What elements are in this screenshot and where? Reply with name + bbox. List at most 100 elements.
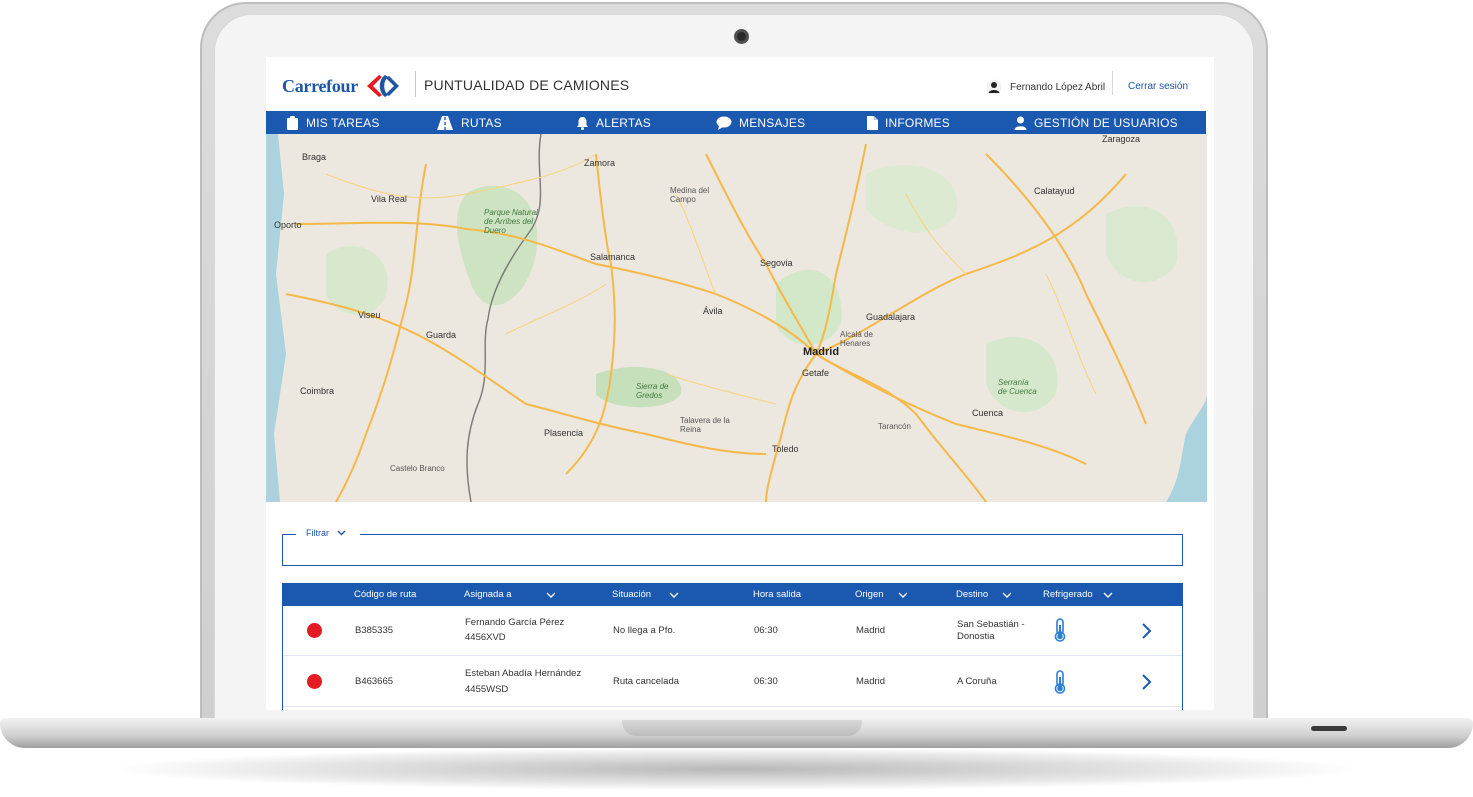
chevron-right-icon[interactable] xyxy=(1141,673,1153,691)
map-label-cuenca: Cuenca xyxy=(972,408,1004,418)
map-label-madrid: Madrid xyxy=(803,346,840,358)
map-label-salamanca: Salamanca xyxy=(590,252,636,262)
chevron-right-icon[interactable] xyxy=(1141,622,1153,640)
map-label-guarda: Guarda xyxy=(426,330,457,340)
user-icon xyxy=(1014,116,1027,130)
column-header-code[interactable]: Código de ruta xyxy=(354,583,416,606)
nav-label: ALERTAS xyxy=(596,115,651,130)
nav-mensajes[interactable]: MENSAJES xyxy=(716,111,805,134)
nav-label: GESTIÓN DE USUARIOS xyxy=(1034,115,1178,130)
driver-name: Esteban Abadía Hernández xyxy=(465,668,582,679)
column-header-assigned[interactable]: Asignada a xyxy=(464,583,556,606)
camera-icon xyxy=(734,29,749,44)
column-header-destination[interactable]: Destino xyxy=(956,583,1012,606)
route-code: B463665 xyxy=(355,676,394,687)
status-indicator xyxy=(307,674,322,689)
map-label-plasencia: Plasencia xyxy=(544,428,584,438)
map-label-tarancon: Tarancón xyxy=(878,422,911,431)
departure-time: 06:30 xyxy=(754,625,778,636)
map-label-castelo-branco: Castelo Branco xyxy=(390,464,445,473)
table-row[interactable]: B463665 Esteban Abadía Hernández 4455WSD… xyxy=(283,657,1182,707)
column-header-departure[interactable]: Hora salida xyxy=(753,583,801,606)
table-row[interactable]: B385335 Fernando García Pérez 4456XVD No… xyxy=(283,606,1182,656)
map-label-talavera: Talavera de la Reina xyxy=(680,416,730,434)
destination-line1: A Coruña xyxy=(957,676,997,687)
map-label-alcala: Alcalá de Henares xyxy=(840,330,873,348)
route-status: No llega a Pfo. xyxy=(613,625,676,636)
nav-alertas[interactable]: ALERTAS xyxy=(576,111,651,134)
user-info: Fernando López Abril xyxy=(986,79,1105,95)
page-title: PUNTUALIDAD DE CAMIONES xyxy=(424,77,630,93)
map-label-arribes: Parque Natural de Arribes del Duero xyxy=(484,208,538,235)
map-label-medina: Medina del Campo xyxy=(670,186,710,204)
map-label-zaragoza: Zaragoza xyxy=(1102,134,1141,144)
user-name: Fernando López Abril xyxy=(1010,81,1106,93)
nav-label: RUTAS xyxy=(461,115,502,130)
chat-icon xyxy=(716,116,732,130)
main-nav: MIS TAREAS RUTAS ALERTAS MENSAJES INFORM… xyxy=(266,111,1206,134)
laptop-indicator xyxy=(1311,726,1347,731)
destination-line2: Donostia xyxy=(957,631,995,642)
column-label: Hora salida xyxy=(753,589,802,600)
chevron-down-icon xyxy=(1002,592,1012,598)
departure-time: 06:30 xyxy=(754,676,778,687)
header-divider xyxy=(415,71,416,97)
map-label-avila: Ávila xyxy=(703,306,723,316)
app-screen: Carrefour PUNTUALIDAD DE CAMIONES Fernan… xyxy=(266,57,1214,710)
chevron-down-icon xyxy=(337,530,346,536)
app-header: Carrefour PUNTUALIDAD DE CAMIONES Fernan… xyxy=(266,57,1214,111)
map-label-braga: Braga xyxy=(302,152,327,162)
truck-plate: 4455WSD xyxy=(465,684,509,695)
map-label-viseu: Viseu xyxy=(358,310,381,320)
document-icon xyxy=(867,115,878,130)
driver-name: Fernando García Pérez xyxy=(465,617,565,628)
routes-table-header: Código de ruta Asignada a Situación Hora… xyxy=(282,583,1183,606)
status-indicator xyxy=(307,623,322,638)
filter-panel[interactable] xyxy=(282,534,1183,566)
column-header-origin[interactable]: Origen xyxy=(855,583,908,606)
column-label: Destino xyxy=(956,589,989,600)
logout-link[interactable]: Cerrar sesión xyxy=(1128,81,1188,92)
map-label-coimbra: Coimbra xyxy=(300,386,335,396)
column-label: Código de ruta xyxy=(354,589,417,600)
column-label: Origen xyxy=(855,589,884,600)
routes-map[interactable]: Zaragoza Braga Zamora Oporto Vila Real M… xyxy=(266,134,1207,502)
routes-table-body: B385335 Fernando García Pérez 4456XVD No… xyxy=(282,606,1183,710)
header-divider-right xyxy=(1112,71,1113,95)
nav-informes[interactable]: INFORMES xyxy=(866,111,950,134)
origin: Madrid xyxy=(856,676,886,687)
brand-name: Carrefour xyxy=(282,75,358,96)
nav-mis-tareas[interactable]: MIS TAREAS xyxy=(286,111,380,134)
filter-toggle[interactable]: Filtrar xyxy=(306,528,346,538)
nav-gestion-usuarios[interactable]: GESTIÓN DE USUARIOS xyxy=(1014,111,1178,134)
column-header-refrigerated[interactable]: Refrigerado xyxy=(1043,583,1113,606)
map-label-oporto: Oporto xyxy=(274,220,302,230)
nav-rutas[interactable]: RUTAS xyxy=(436,111,502,134)
chevron-down-icon xyxy=(898,592,908,598)
column-label: Situación xyxy=(612,589,652,600)
map-label-gredos: Sierra de Gredos xyxy=(636,382,669,400)
route-status: Ruta cancelada xyxy=(613,676,680,687)
thermometer-icon xyxy=(1054,670,1066,694)
bell-icon xyxy=(577,116,588,130)
column-header-status[interactable]: Situación xyxy=(612,583,679,606)
filter-label: Filtrar xyxy=(306,528,329,538)
map-label-segovia: Segovia xyxy=(760,258,793,268)
laptop-shadow xyxy=(120,748,1353,790)
map-label-toledo: Toledo xyxy=(772,444,799,454)
chevron-down-icon xyxy=(669,592,679,598)
truck-plate: 4456XVD xyxy=(465,632,506,643)
carrefour-logo[interactable]: Carrefour xyxy=(282,73,402,99)
map-label-vila-real: Vila Real xyxy=(371,194,407,204)
map-label-calatayud: Calatayud xyxy=(1034,186,1075,196)
carrefour-logo-icon xyxy=(366,75,399,97)
map-label-guadalajara: Guadalajara xyxy=(866,312,916,322)
chevron-down-icon xyxy=(1103,592,1113,598)
map-label-serrania: Serranía de Cuenca xyxy=(998,378,1037,396)
nav-label: MIS TAREAS xyxy=(306,115,380,130)
thermometer-icon xyxy=(1054,618,1066,642)
origin: Madrid xyxy=(856,625,886,636)
user-avatar-icon xyxy=(986,79,1002,95)
clipboard-icon xyxy=(287,115,298,130)
chevron-down-icon xyxy=(546,592,556,598)
